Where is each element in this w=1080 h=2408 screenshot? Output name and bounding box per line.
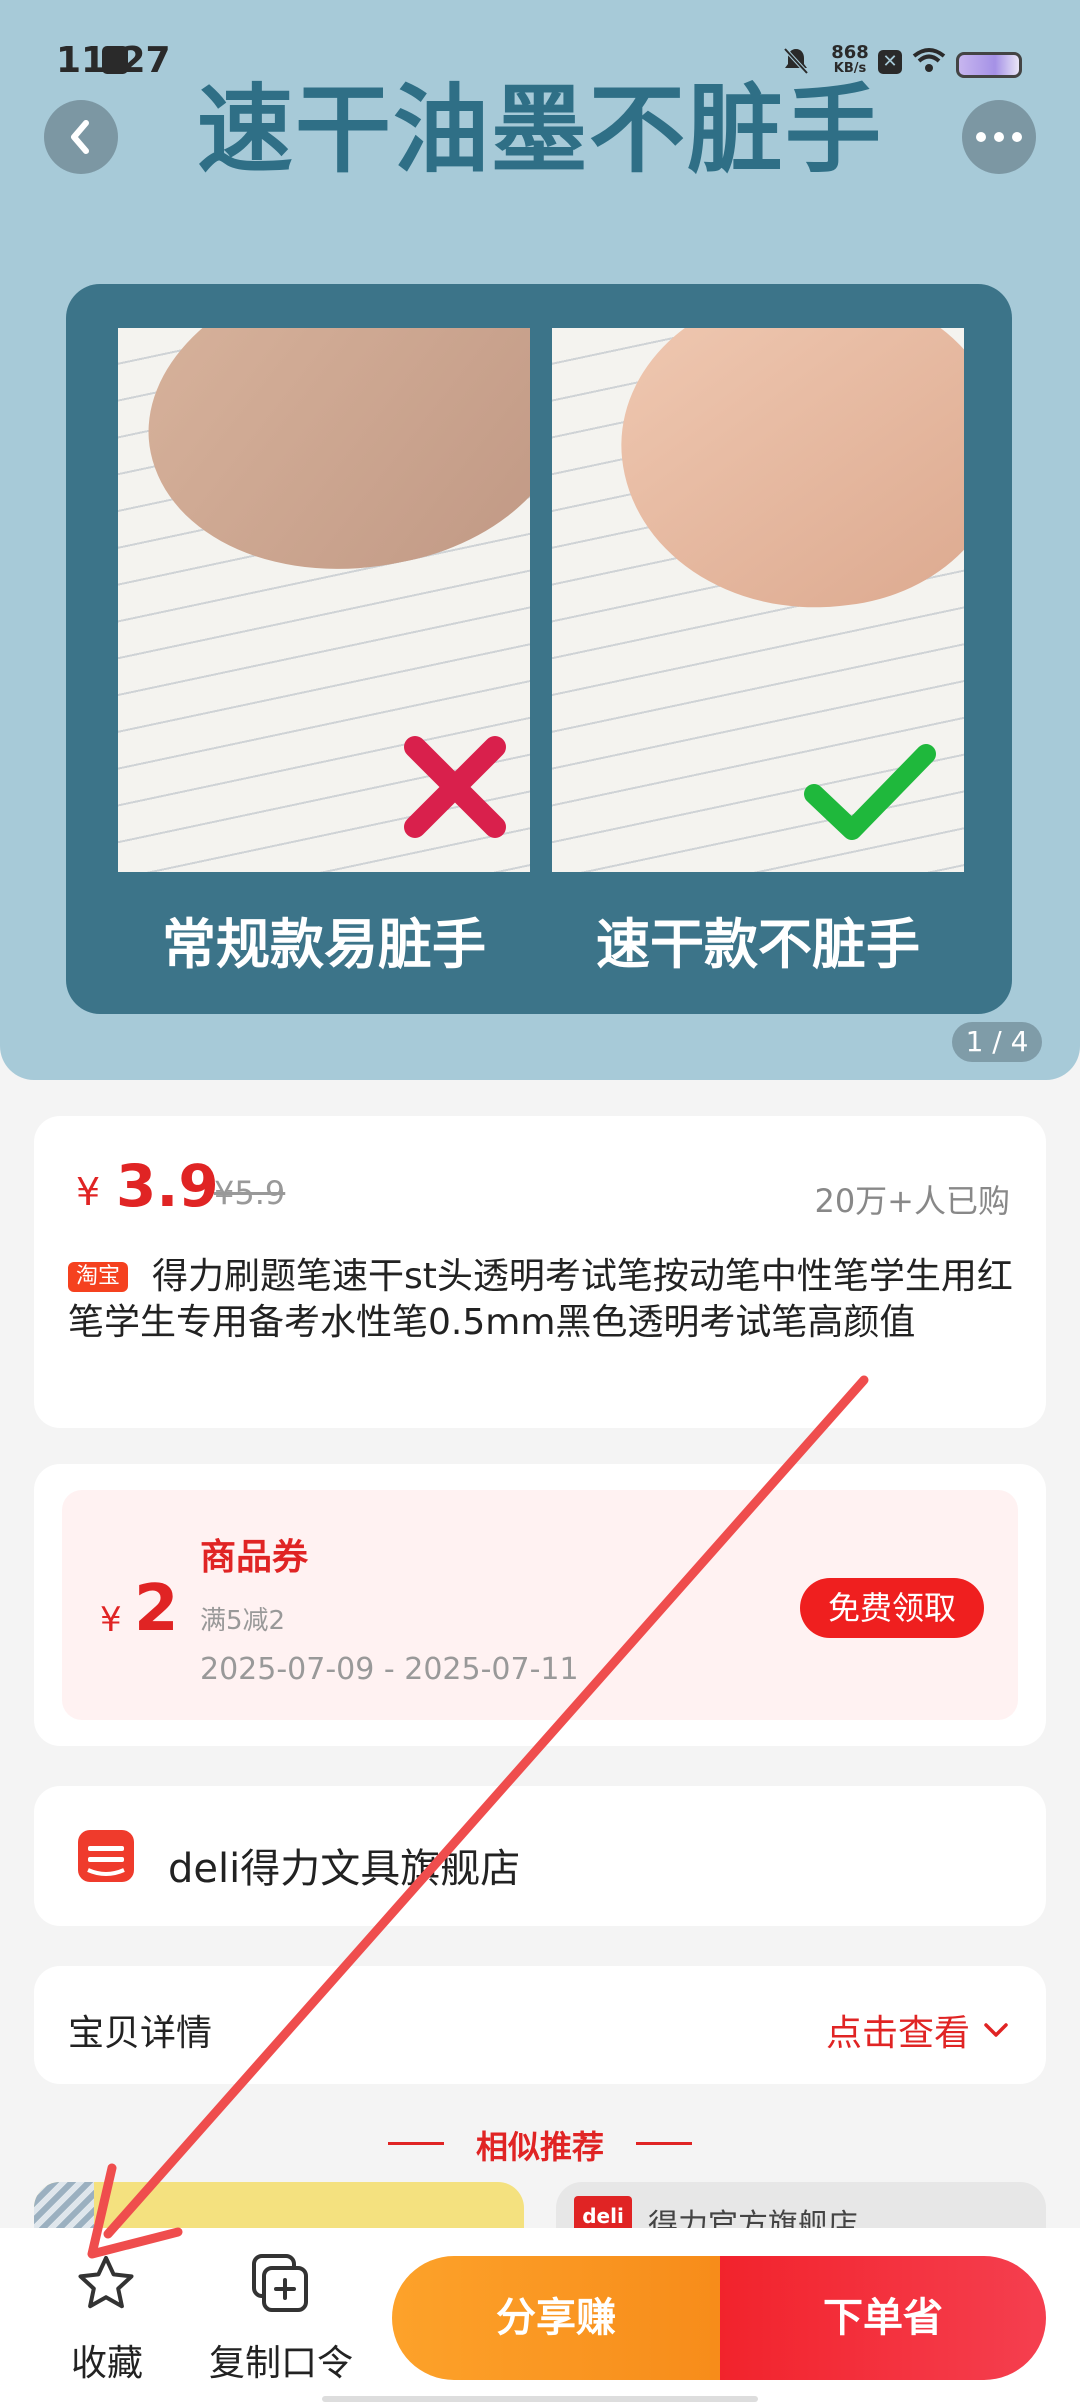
sold-count: 20万+人已购 <box>814 1182 1010 1220</box>
original-price: ¥5.9 <box>214 1174 286 1212</box>
order-save-button[interactable]: 下单省 <box>720 2256 1046 2380</box>
star-icon[interactable] <box>74 2252 138 2316</box>
coupon-currency: ¥ <box>100 1600 122 1640</box>
copy-token-button[interactable]: 复制口令 <box>198 2334 364 2386</box>
share-earn-button[interactable]: 分享赚 <box>392 2256 720 2380</box>
coupon-title: 商品券 <box>200 1537 309 1578</box>
product-title: 得力刷题笔速干st头透明考试笔按动笔中性笔学生用红笔学生专用备考水性笔0.5mm… <box>68 1256 1013 1343</box>
back-button[interactable] <box>44 100 118 174</box>
platform-badge: 淘宝 <box>68 1262 129 1292</box>
chevron-down-icon <box>984 2023 1008 2037</box>
copy-icon[interactable] <box>248 2252 312 2316</box>
more-dots-icon <box>976 132 1022 142</box>
favorite-button[interactable]: 收藏 <box>62 2334 152 2386</box>
shop-name: deli得力文具旗舰店 <box>168 1846 521 1892</box>
comparison-photo-dirty <box>118 328 530 872</box>
price-currency: ¥ <box>76 1170 101 1214</box>
view-details-button[interactable]: 点击查看 <box>826 2004 1010 2056</box>
claim-coupon-button[interactable]: 免费领取 <box>800 1578 984 1638</box>
price-value: 3.9 <box>116 1152 219 1220</box>
coupon-rule: 满5减2 <box>200 1606 286 1636</box>
recommend-title: 相似推荐 <box>475 2128 604 2166</box>
caption-quick-dry: 速干款不脏手 <box>596 913 920 976</box>
caption-regular: 常规款易脏手 <box>162 913 486 976</box>
coupon-amount: 2 <box>134 1572 179 1646</box>
cross-icon <box>404 736 506 838</box>
home-indicator[interactable] <box>322 2396 758 2402</box>
view-details-label: 点击查看 <box>825 2013 970 2054</box>
carousel-page-indicator: 1 / 4 <box>952 1022 1042 1062</box>
hero-headline: 速干油墨不脏手 <box>197 74 883 186</box>
chevron-left-icon <box>71 120 89 154</box>
recommend-divider-right <box>636 2142 692 2145</box>
shop-logo-icon <box>78 1830 134 1882</box>
check-icon <box>804 744 936 840</box>
coupon-date-range: 2025-07-09 - 2025-07-11 <box>200 1652 579 1687</box>
more-button[interactable] <box>962 100 1036 174</box>
comparison-photo-clean <box>552 328 964 872</box>
details-label: 宝贝详情 <box>68 2013 213 2054</box>
